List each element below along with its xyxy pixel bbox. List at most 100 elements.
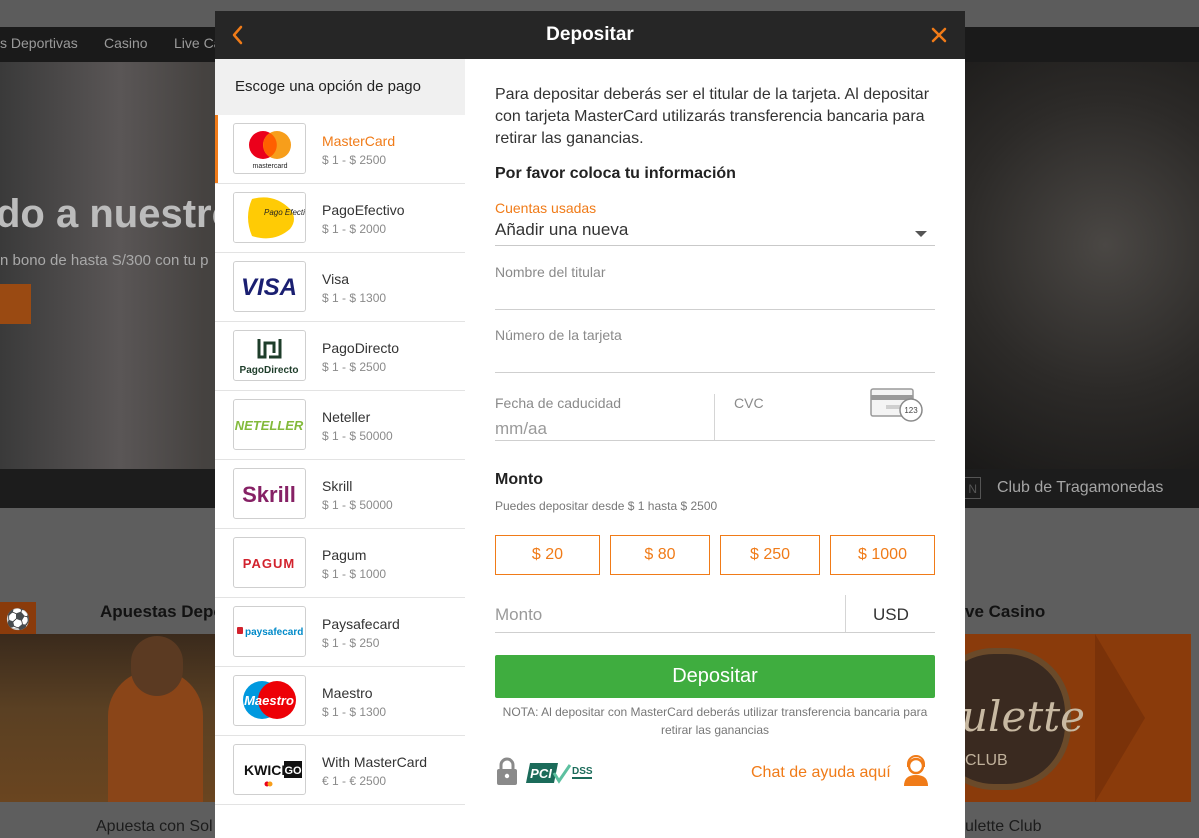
- promo-person-head: [131, 636, 183, 696]
- payment-option-list: mastercard MasterCard $ 1 - $ 2500 Pago …: [215, 115, 465, 805]
- deposit-note: NOTA: Al depositar con MasterCard deberá…: [502, 705, 928, 737]
- payment-option-range: $ 1 - $ 50000: [322, 429, 393, 443]
- help-chat-link[interactable]: Chat de ayuda aquí: [751, 764, 891, 782]
- holder-input[interactable]: [495, 284, 935, 308]
- promo-roulette-club: CLUB: [965, 752, 1008, 769]
- skrill-logo: Skrill: [233, 468, 306, 519]
- quick-amount-1000-button[interactable]: $ 1000: [830, 535, 935, 575]
- quick-amount-250-button[interactable]: $ 250: [720, 535, 820, 575]
- chevron-down-icon[interactable]: [915, 231, 927, 237]
- payment-option-visa[interactable]: VISA Visa $ 1 - $ 1300: [215, 253, 465, 322]
- back-arrow-icon[interactable]: [225, 19, 253, 51]
- payment-sidebar-header: Escoge una opción de pago: [215, 59, 465, 115]
- amount-input[interactable]: [495, 603, 835, 627]
- payment-option-range: $ 1 - $ 2500: [322, 153, 387, 167]
- accounts-underline: [495, 245, 935, 246]
- amount-hint: Puedes depositar desde $ 1 hasta $ 2500: [495, 499, 718, 513]
- paysafecard-logo: paysafecard: [233, 606, 306, 657]
- expiry-cvc-underline: [495, 440, 935, 441]
- nav-item-deportivas[interactable]: s Deportivas: [0, 35, 78, 51]
- payment-option-kwickgo[interactable]: KWICK GO With MasterCard € 1 - € 2500: [215, 736, 465, 805]
- payment-option-name: With MasterCard: [322, 754, 428, 770]
- cvc-input[interactable]: [734, 417, 864, 441]
- intro-text: Para depositar deberás ser el titular de…: [495, 86, 930, 147]
- pagum-logo-text: PAGUM: [243, 556, 295, 571]
- card-number-label: Número de la tarjeta: [495, 327, 622, 343]
- hero-title: do a nuestro: [0, 192, 237, 236]
- lock-icon: [497, 757, 517, 785]
- card-number-underline: [495, 372, 935, 373]
- payment-option-pagodirecto[interactable]: PagoDirecto PagoDirecto $ 1 - $ 2500: [215, 322, 465, 391]
- card-number-input[interactable]: [495, 347, 935, 371]
- payment-option-neteller[interactable]: NETELLER Neteller $ 1 - $ 50000: [215, 391, 465, 460]
- visa-logo: VISA: [233, 261, 306, 312]
- accounts-label: Cuentas usadas: [495, 200, 597, 216]
- pci-dss-logo: PCI DSS: [526, 763, 593, 784]
- payment-option-name: Skrill: [322, 478, 353, 494]
- caption-roulette: ulette Club: [965, 818, 1042, 835]
- caption-sports: Apuesta con Sol: [96, 818, 213, 835]
- close-icon[interactable]: [925, 21, 953, 49]
- promo-image-roulette[interactable]: ulette CLUB: [965, 634, 1191, 802]
- promo-image-sports[interactable]: [0, 634, 215, 802]
- kwickgo-logo-go: GO: [284, 765, 302, 777]
- payment-option-skrill[interactable]: Skrill Skrill $ 1 - $ 50000: [215, 460, 465, 529]
- neteller-logo-text: NETELLER: [235, 418, 304, 433]
- payment-option-name: Maestro: [322, 685, 373, 701]
- hero-button[interactable]: [0, 284, 31, 324]
- payment-sidebar: Escoge una opción de pago mastercard Mas…: [215, 59, 465, 838]
- info-title: Por favor coloca tu información: [495, 165, 736, 182]
- kwickgo-logo: KWICK GO: [233, 744, 306, 795]
- payment-option-name: Visa: [322, 271, 349, 287]
- pagoefectivo-logo: Pago Efectivo: [233, 192, 306, 243]
- payment-option-name: Pagum: [322, 547, 367, 563]
- maestro-logo: Maestro: [233, 675, 306, 726]
- payment-option-range: $ 1 - $ 1300: [322, 291, 387, 305]
- payment-option-range: $ 1 - $ 1000: [322, 567, 387, 581]
- skrill-logo-text: Skrill: [242, 482, 296, 507]
- payment-option-pagum[interactable]: PAGUM Pagum $ 1 - $ 1000: [215, 529, 465, 598]
- payment-option-name: PagoEfectivo: [322, 202, 405, 218]
- expiry-label: Fecha de caducidad: [495, 395, 622, 411]
- pagoefectivo-logo-text: Pago Efectivo: [264, 208, 305, 217]
- payment-option-name: Paysafecard: [322, 616, 400, 632]
- quick-amount-80-button[interactable]: $ 80: [610, 535, 710, 575]
- payment-option-paysafecard[interactable]: paysafecard Paysafecard $ 1 - $ 250: [215, 598, 465, 667]
- quick-amount-20-button[interactable]: $ 20: [495, 535, 600, 575]
- payment-option-mastercard[interactable]: mastercard MasterCard $ 1 - $ 2500: [215, 115, 465, 184]
- chevron-shape: [1095, 634, 1145, 802]
- support-agent-icon[interactable]: [902, 755, 930, 787]
- payment-option-range: $ 1 - $ 1300: [322, 705, 387, 719]
- promo-roulette-word: ulette: [965, 692, 1085, 741]
- pci-text: PCI: [530, 766, 552, 781]
- currency-separator: [845, 595, 846, 633]
- payment-option-name: Neteller: [322, 409, 371, 425]
- pagodirecto-logo-text: PagoDirecto: [240, 365, 299, 376]
- mastercard-logo-text: mastercard: [252, 163, 287, 170]
- pci-dss-text: DSS: [572, 766, 593, 777]
- currency-label: USD: [873, 605, 909, 624]
- payment-option-pagoefectivo[interactable]: Pago Efectivo PagoEfectivo $ 1 - $ 2000: [215, 184, 465, 253]
- expiry-input[interactable]: [495, 417, 695, 441]
- deposit-form: Para depositar deberás ser el titular de…: [495, 59, 935, 838]
- payment-option-range: $ 1 - $ 2500: [322, 360, 387, 374]
- paysafecard-logo-text: paysafecard: [245, 627, 303, 638]
- section-title-live-casino: ve Casino: [965, 602, 1046, 621]
- strip-link[interactable]: Club de Tragamonedas: [997, 479, 1163, 497]
- nav-item-casino[interactable]: Casino: [104, 35, 148, 51]
- cvc-label: CVC: [734, 395, 764, 411]
- deposit-button[interactable]: Depositar: [495, 655, 935, 698]
- payment-option-name: MasterCard: [322, 133, 396, 149]
- payment-option-range: $ 1 - $ 250: [322, 636, 380, 650]
- holder-underline: [495, 309, 935, 310]
- maestro-logo-text: Maestro: [244, 693, 294, 708]
- visa-logo-text: VISA: [241, 274, 297, 301]
- amount-title: Monto: [495, 471, 543, 488]
- payment-option-maestro[interactable]: Maestro Maestro $ 1 - $ 1300: [215, 667, 465, 736]
- payment-option-range: $ 1 - $ 50000: [322, 498, 393, 512]
- amount-underline: [495, 632, 935, 633]
- pagum-logo: PAGUM: [233, 537, 306, 588]
- payment-sidebar-title: Escoge una opción de pago: [235, 78, 421, 95]
- payment-option-name: PagoDirecto: [322, 340, 400, 356]
- accounts-value: Añadir una nueva: [495, 220, 629, 239]
